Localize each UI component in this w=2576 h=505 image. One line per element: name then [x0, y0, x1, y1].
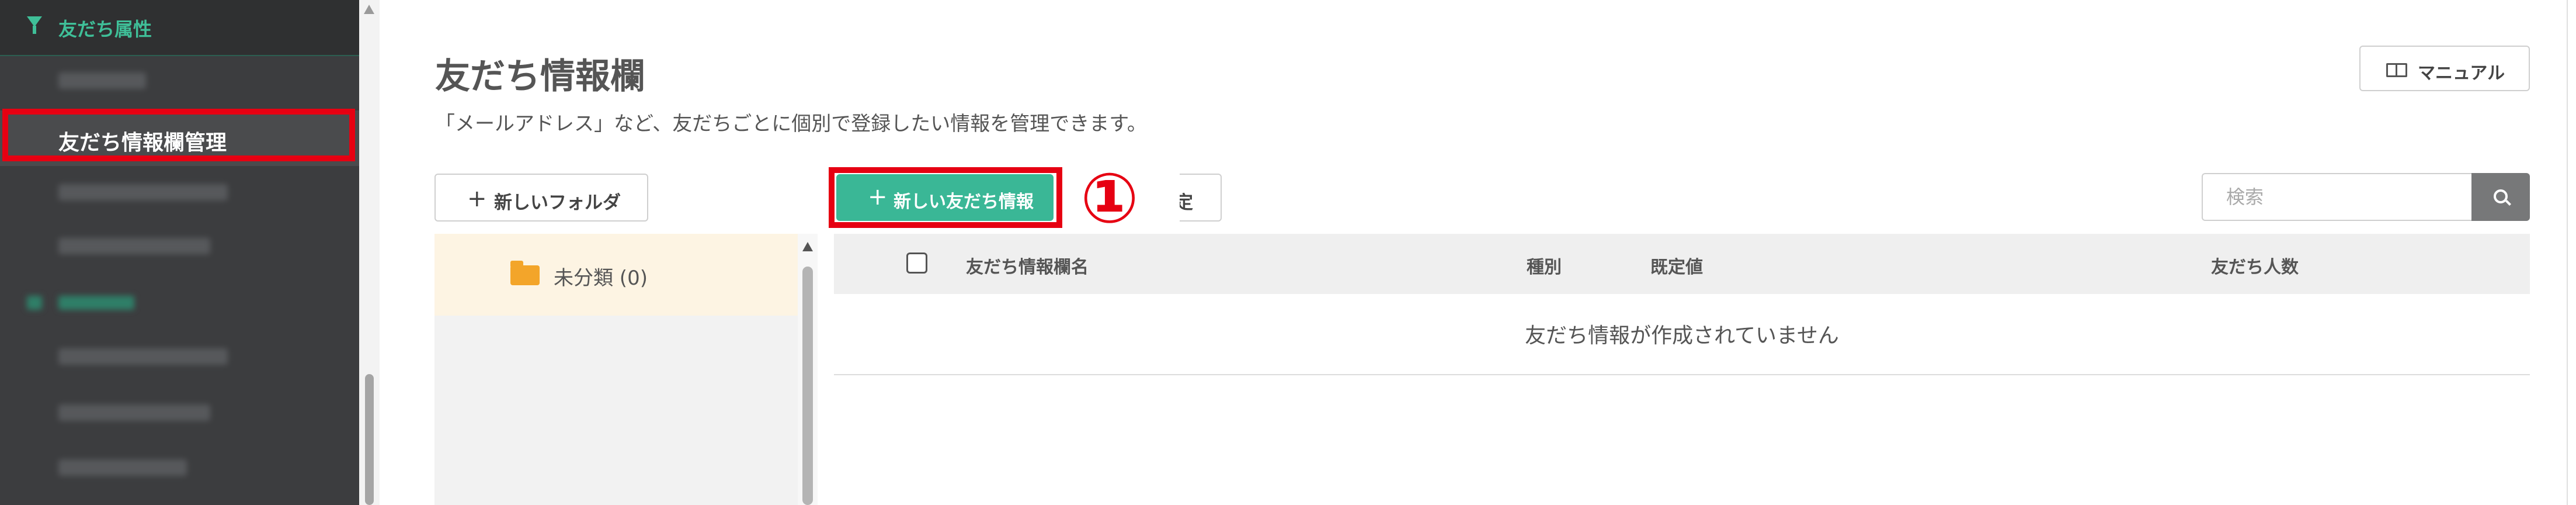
- search-input[interactable]: [2202, 173, 2471, 221]
- funnel-icon: [27, 16, 42, 34]
- table-divider: [834, 374, 2530, 375]
- sidebar-item-blurred[interactable]: [58, 459, 187, 476]
- folder-item-uncategorized[interactable]: 未分類 (0): [434, 234, 798, 316]
- sidebar-item-blurred[interactable]: [58, 348, 228, 365]
- plus-icon: +: [467, 185, 487, 212]
- scrollbar-thumb[interactable]: [802, 267, 813, 505]
- column-header-type[interactable]: 種別: [1527, 252, 1562, 278]
- table-header: 友だち情報欄名 種別 既定値 友だち人数: [834, 234, 2530, 294]
- plus-icon: +: [868, 184, 888, 210]
- sidebar-section-icon-blurred: [27, 296, 42, 310]
- step-number: ①: [1080, 158, 1139, 238]
- search-button[interactable]: [2471, 173, 2530, 221]
- folder-scrollbar[interactable]: [798, 234, 818, 505]
- manual-button-label: マニュアル: [2418, 63, 2505, 84]
- page-title: 友だち情報欄: [435, 56, 645, 97]
- new-friend-info-button[interactable]: + 新しい友だち情報: [836, 174, 1054, 221]
- empty-table-message: 友だち情報が作成されていません: [1525, 324, 1839, 348]
- scroll-up-arrow-icon[interactable]: [364, 5, 374, 14]
- column-header-name[interactable]: 友だち情報欄名: [966, 252, 1089, 278]
- folder-icon: [510, 261, 540, 285]
- folder-item-label: 未分類 (0): [554, 267, 648, 290]
- sidebar-item-blurred[interactable]: [58, 404, 210, 421]
- scrollbar-thumb[interactable]: [365, 374, 374, 505]
- scroll-up-arrow-icon[interactable]: [802, 242, 813, 251]
- sidebar-scrollbar[interactable]: [359, 0, 380, 505]
- sidebar-item-blurred[interactable]: [58, 238, 210, 254]
- new-friend-info-button-label: 新しい友だち情報: [894, 192, 1034, 212]
- sidebar-section-friend-attributes[interactable]: 友だち属性: [0, 0, 359, 56]
- sidebar-item-blurred[interactable]: [58, 184, 228, 200]
- sidebar: 友だち属性 友だち情報欄管理: [0, 0, 359, 505]
- column-header-friend-count[interactable]: 友だち人数: [2211, 252, 2299, 278]
- book-icon: [2386, 63, 2407, 77]
- sidebar-section-label: 友だち属性: [58, 18, 152, 40]
- sidebar-item-label: 友だち情報欄管理: [58, 131, 227, 155]
- sidebar-section-blurred[interactable]: [58, 296, 134, 310]
- select-all-checkbox[interactable]: [906, 252, 927, 274]
- sidebar-item-blurred[interactable]: [58, 72, 146, 89]
- manual-button[interactable]: マニュアル: [2359, 46, 2530, 91]
- window-edge: [2567, 0, 2576, 505]
- new-folder-button[interactable]: + 新しいフォルダ: [434, 174, 648, 222]
- column-header-default-value[interactable]: 既定値: [1650, 252, 1703, 278]
- sidebar-item-friend-info-management[interactable]: 友だち情報欄管理: [0, 110, 359, 166]
- new-folder-button-label: 新しいフォルダ: [494, 192, 621, 213]
- page-description: 「メールアドレス」など、友だちごとに個別で登録したい情報を管理できます。: [435, 112, 1147, 136]
